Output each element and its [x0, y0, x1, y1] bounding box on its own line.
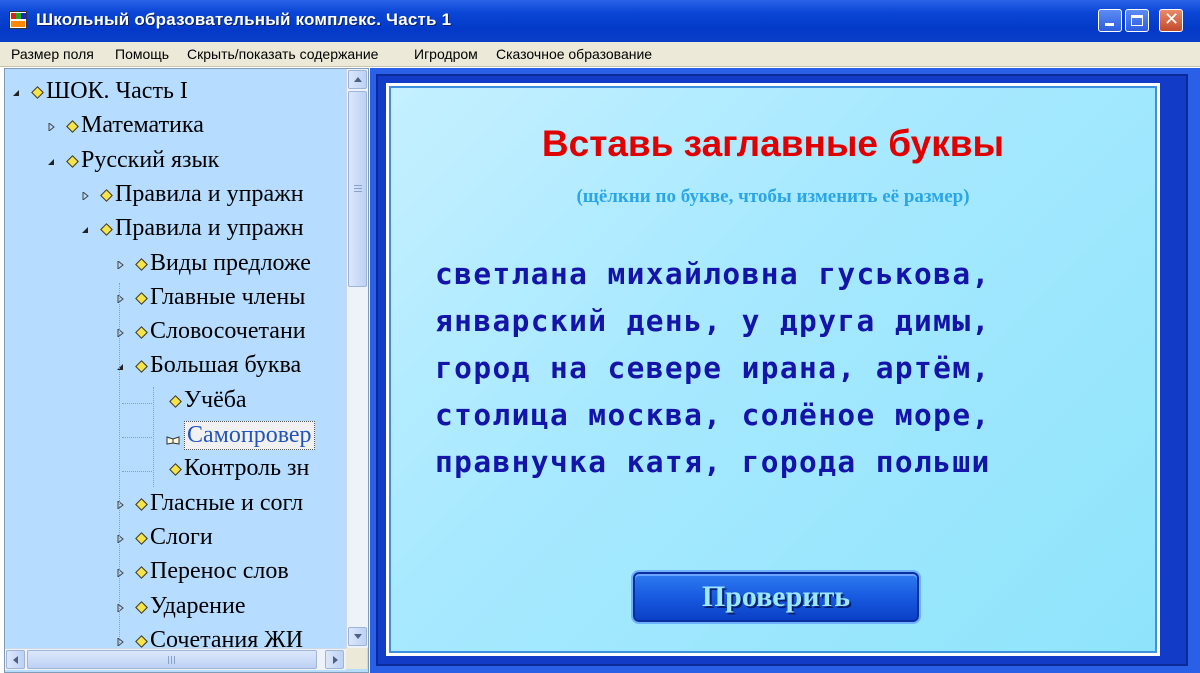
topic-bullet-icon — [135, 326, 148, 339]
menu-toggle-contents[interactable]: Скрыть/показать содержание — [187, 46, 378, 62]
tree-horizontal-scrollbar[interactable] — [5, 648, 346, 670]
exercise-line[interactable]: правнучка катя, города польши — [435, 445, 991, 479]
app-icon[interactable] — [9, 11, 27, 29]
arrow-down-icon — [354, 634, 362, 639]
menu-fairy-education[interactable]: Сказочное образование — [496, 46, 652, 62]
hscroll-thumb[interactable] — [27, 650, 317, 669]
exercise-line[interactable]: январский день, у друга димы, — [435, 304, 991, 338]
menu-field-size[interactable]: Размер поля — [11, 46, 94, 62]
topic-bullet-icon — [135, 532, 148, 545]
tree-item-label: Перенос слов — [150, 558, 289, 584]
exercise-subtitle: (щёлкни по букве, чтобы изменить её разм… — [576, 186, 970, 207]
menu-help[interactable]: Помощь — [115, 46, 169, 62]
expanded-arrow-icon[interactable] — [47, 158, 55, 166]
maximize-button[interactable] — [1125, 9, 1149, 32]
tree-item-label: Самопровер — [184, 421, 315, 450]
exercise-line[interactable]: светлана михайловна гуськова, — [435, 257, 991, 291]
topic-bullet-icon — [135, 635, 148, 648]
expanded-arrow-icon[interactable] — [81, 226, 89, 234]
expanded-arrow-icon[interactable] — [116, 363, 124, 371]
collapsed-arrow-icon[interactable] — [116, 569, 124, 577]
topic-bullet-icon — [135, 258, 148, 271]
collapsed-arrow-icon[interactable] — [116, 501, 124, 509]
scroll-down-button[interactable] — [348, 627, 367, 646]
tree-item-label: Правила и упражн — [115, 181, 304, 207]
minimize-icon — [1105, 23, 1114, 26]
collapsed-arrow-icon[interactable] — [81, 192, 89, 200]
tree-item-label: Виды предложе — [150, 250, 311, 276]
topic-bullet-icon — [66, 155, 79, 168]
scroll-right-button[interactable] — [325, 650, 344, 669]
contents-tree: ШОК. Часть I Математика Русский язык Правил… — [4, 68, 369, 673]
arrow-up-icon — [354, 77, 362, 82]
collapsed-arrow-icon[interactable] — [47, 123, 55, 131]
tree-list: ШОК. Часть I Математика Русский язык Правил… — [5, 69, 346, 648]
menu-playground[interactable]: Игродром — [414, 46, 478, 62]
exercise-panel: Вставь заглавные буквы (щёлкни по букве,… — [386, 83, 1160, 656]
arrow-left-icon — [13, 656, 18, 664]
tree-item-label: Правила и упражн — [115, 215, 304, 241]
exercise-title: Вставь заглавные буквы — [541, 123, 1005, 164]
topic-bullet-icon — [135, 292, 148, 305]
maximize-icon — [1131, 15, 1143, 26]
collapsed-arrow-icon[interactable] — [116, 329, 124, 337]
collapsed-arrow-icon[interactable] — [116, 261, 124, 269]
check-button[interactable]: Проверить — [633, 572, 919, 622]
exercise-line[interactable]: город на севере ирана, артём, — [435, 351, 991, 385]
close-button[interactable]: ✕ — [1159, 9, 1183, 32]
title-bar: Школьный образовательный комплекс. Часть… — [0, 0, 1200, 43]
collapsed-arrow-icon[interactable] — [116, 604, 124, 612]
topic-bullet-icon — [169, 395, 182, 408]
topic-bullet-icon — [100, 189, 113, 202]
check-button-label: Проверить — [701, 580, 851, 613]
tree-item-label: Учёба — [184, 387, 247, 413]
tree-item-label: Гласные и согл — [150, 490, 304, 516]
tree-item-label: Контроль зн — [184, 455, 310, 481]
exercise-line[interactable]: столица москва, солёное море, — [435, 398, 991, 432]
tree-item-label: Словосочетани — [150, 318, 306, 344]
tree-item-label: ШОК. Часть I — [46, 78, 188, 104]
topic-bullet-icon — [66, 120, 79, 133]
close-icon: ✕ — [1164, 9, 1180, 30]
tree-vertical-scrollbar[interactable] — [346, 69, 368, 648]
minimize-button[interactable] — [1098, 9, 1122, 32]
topic-bullet-icon — [135, 601, 148, 614]
tree-item-label: Ударение — [150, 593, 246, 619]
tree-item-label: Слоги — [150, 524, 213, 550]
topic-bullet-icon — [169, 463, 182, 476]
topic-bullet-icon — [135, 360, 148, 373]
tree-item-label: Большая буква — [150, 352, 302, 378]
expanded-arrow-icon[interactable] — [12, 89, 20, 97]
tree-item-label: Русский язык — [81, 147, 220, 173]
tree-item-label: Главные члены — [150, 284, 306, 310]
collapsed-arrow-icon[interactable] — [116, 295, 124, 303]
window-title: Школьный образовательный комплекс. Часть… — [36, 10, 452, 29]
tree-item-label: Математика — [81, 112, 204, 138]
topic-bullet-icon — [100, 223, 113, 236]
open-book-icon — [166, 432, 180, 445]
scroll-left-button[interactable] — [6, 650, 25, 669]
topic-bullet-icon — [31, 86, 44, 99]
scroll-up-button[interactable] — [348, 70, 367, 89]
collapsed-arrow-icon[interactable] — [116, 535, 124, 543]
scroll-corner — [346, 648, 367, 669]
menu-bar: Размер поля Помощь Скрыть/показать содер… — [0, 42, 1200, 67]
arrow-right-icon — [333, 656, 338, 664]
tree-item-label: Сочетания ЖИ — [150, 627, 304, 648]
topic-bullet-icon — [135, 498, 148, 511]
scroll-thumb[interactable] — [348, 91, 367, 287]
collapsed-arrow-icon[interactable] — [116, 638, 124, 646]
topic-bullet-icon — [135, 566, 148, 579]
